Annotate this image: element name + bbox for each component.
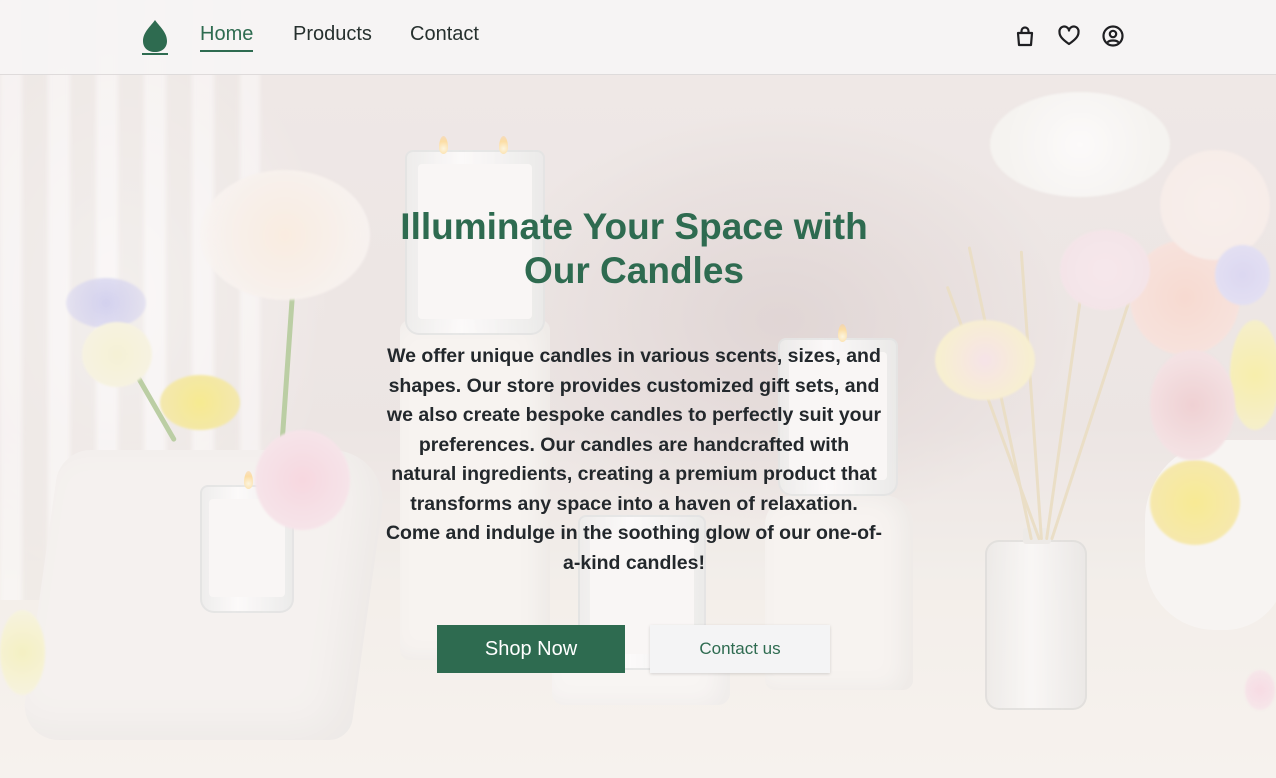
hero-title: Illuminate Your Space with Our Candles xyxy=(400,206,868,291)
nav-link-contact[interactable]: Contact xyxy=(410,23,479,50)
nav-link-home[interactable]: Home xyxy=(200,23,254,52)
hero-description: We offer unique candles in various scent… xyxy=(385,345,883,574)
navbar: Home Products Contact xyxy=(0,0,1276,75)
nav-link-products[interactable]: Products xyxy=(293,23,372,50)
shop-now-button[interactable]: Shop Now xyxy=(437,625,625,673)
leaf-drop-icon[interactable] xyxy=(141,18,169,56)
contact-us-button[interactable]: Contact us xyxy=(650,625,830,673)
heart-icon[interactable] xyxy=(1057,24,1081,48)
user-circle-icon[interactable] xyxy=(1101,24,1125,48)
shopping-bag-icon[interactable] xyxy=(1013,24,1037,48)
